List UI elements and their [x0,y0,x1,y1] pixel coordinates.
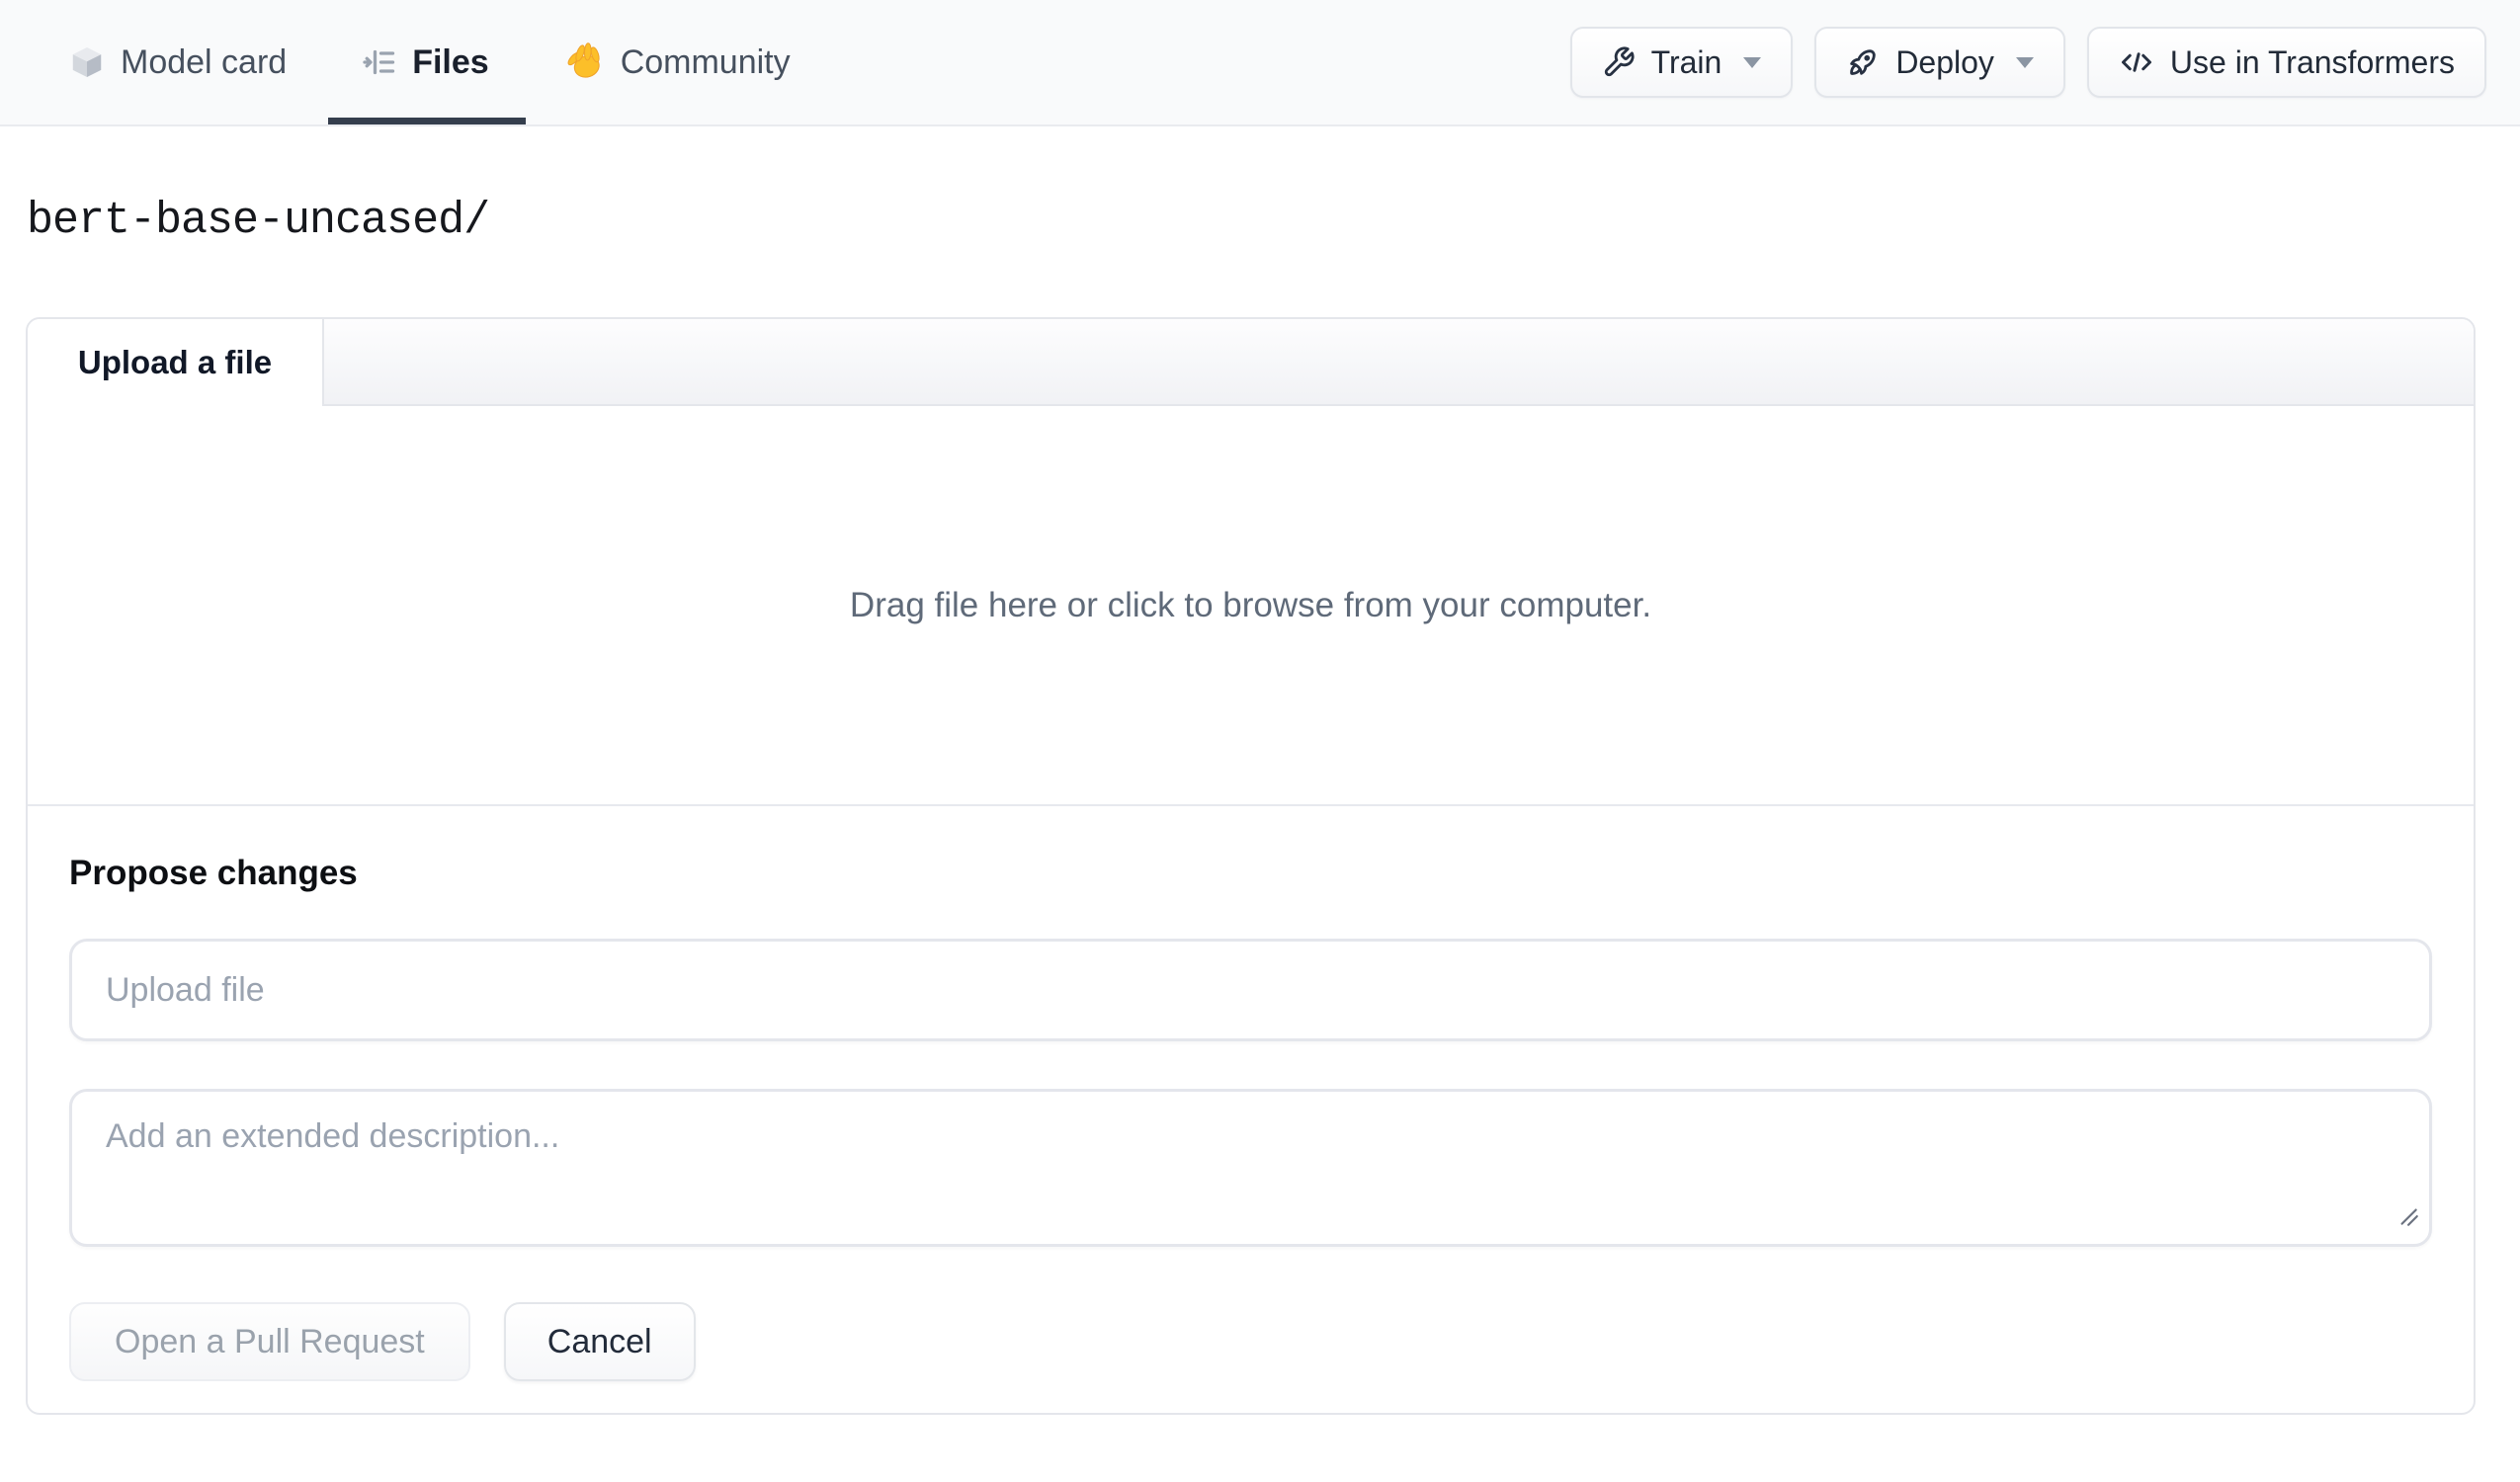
button-label: Train [1650,43,1722,80]
deploy-button[interactable]: Deploy [1814,27,2065,98]
extended-description-textarea[interactable] [69,1089,2432,1247]
commit-title-input[interactable] [69,939,2432,1041]
tabstrip-filler [324,319,2474,406]
repo-action-buttons: Train Deploy Use in Transformers [1569,27,2486,98]
tab-label: Files [412,42,489,81]
tab-files[interactable]: Files [328,0,526,124]
use-in-transformers-button[interactable]: Use in Transformers [2086,27,2486,98]
resize-handle-icon[interactable] [2394,1202,2420,1233]
open-pull-request-button[interactable]: Open a Pull Request [69,1302,470,1381]
wrench-icon [1602,45,1636,79]
description-field-wrapper [69,1089,2432,1247]
upload-panel: Upload a file Drag file here or click to… [26,317,2476,1415]
repo-tab-bar: Model card Files Community Train Deploy … [0,0,2520,126]
train-button[interactable]: Train [1569,27,1794,98]
waving-hand-icon [564,41,606,83]
cube-icon [68,43,106,81]
dropzone-text: Drag file here or click to browse from y… [849,585,1652,624]
caret-down-icon [1743,56,1762,68]
form-buttons: Open a Pull Request Cancel [69,1302,2432,1381]
button-label: Use in Transformers [2169,43,2455,80]
cancel-button[interactable]: Cancel [503,1302,696,1381]
page: Model card Files Community Train Deploy … [0,0,2520,1482]
upload-panel-tabstrip: Upload a file [28,319,2474,406]
code-icon [2119,44,2154,80]
breadcrumb[interactable]: bert-base-uncased/ [27,196,2520,246]
tab-label: Model card [121,42,288,81]
rocket-icon [1846,45,1880,79]
tab-community[interactable]: Community [564,0,791,124]
upload-a-file-tab[interactable]: Upload a file [28,319,324,406]
tab-label: Community [620,42,791,81]
propose-changes-section: Propose changes Open a Pull Request Canc… [28,806,2474,1413]
file-dropzone[interactable]: Drag file here or click to browse from y… [28,406,2474,806]
tab-model-card[interactable]: Model card [68,0,287,124]
active-tab-underline [328,118,526,124]
button-label: Deploy [1895,43,1994,80]
file-versions-icon [362,44,397,80]
caret-down-icon [2015,56,2034,68]
repo-path[interactable]: bert-base-uncased/ [27,196,490,246]
propose-changes-heading: Propose changes [69,854,358,892]
upload-tab-label: Upload a file [77,344,273,380]
